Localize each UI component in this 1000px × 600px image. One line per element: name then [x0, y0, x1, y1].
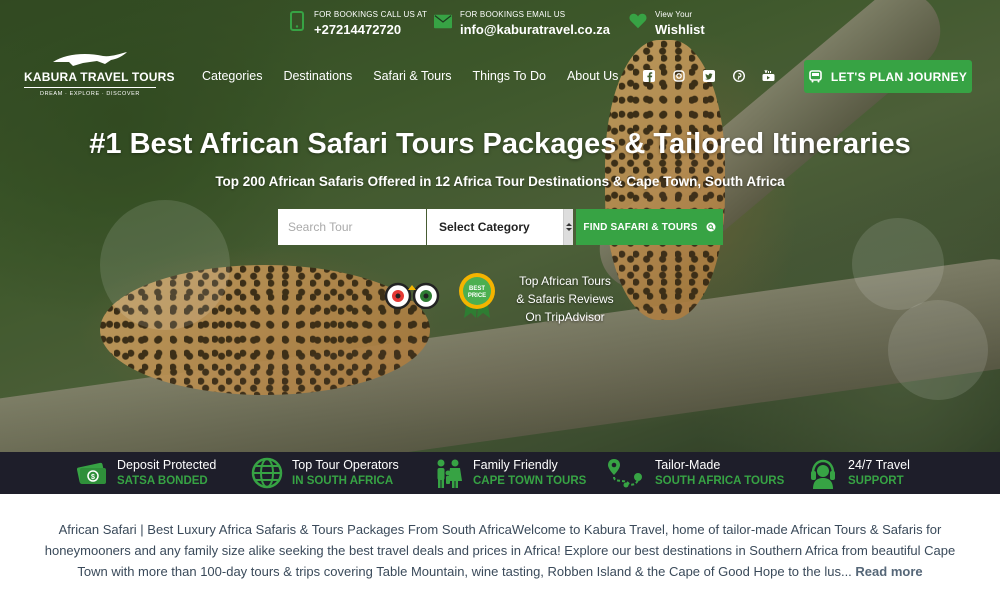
find-safari-button[interactable]: FIND SAFARI & TOURS — [576, 209, 723, 245]
feature-support-subtitle: SUPPORT — [848, 475, 904, 487]
svg-text:BEST: BEST — [469, 286, 485, 292]
category-select[interactable]: Select Category — [427, 209, 573, 245]
instagram-icon[interactable] — [672, 69, 685, 82]
wishlist-label: View Your — [655, 10, 693, 19]
contact-email[interactable]: FOR BOOKINGS EMAIL US info@kaburatravel.… — [434, 8, 610, 38]
social-links — [642, 69, 775, 82]
nav-item-destinations[interactable]: Destinations — [283, 68, 352, 84]
plan-journey-label: LET'S PLAN JOURNEY — [830, 69, 968, 84]
best-price-badge-icon: BEST PRICE — [456, 271, 498, 319]
feature-family-subtitle: CAPE TOWN TOURS — [473, 475, 587, 487]
phone-icon — [288, 10, 306, 32]
search-tour-input[interactable] — [278, 209, 426, 245]
feature-deposit-title: Deposit Protected — [117, 458, 217, 472]
hero-subheadline: Top 200 African Safaris Offered in 12 Af… — [215, 174, 785, 189]
nav-item-categories[interactable]: Categories — [202, 68, 262, 84]
feature-operators: Top Tour Operators IN SOUTH AFRICA — [251, 452, 399, 494]
feature-support-title: 24/7 Travel — [848, 458, 910, 472]
main-nav: Categories Destinations Safari & Tours T… — [202, 68, 639, 84]
svg-text:PRICE: PRICE — [468, 293, 486, 299]
intro-text: African Safari | Best Luxury Africa Safa… — [44, 522, 956, 579]
tripadvisor-line-1: Top African Tours — [519, 274, 611, 288]
facebook-icon[interactable] — [642, 69, 655, 82]
nav-item-about-us[interactable]: About Us — [567, 68, 618, 84]
find-safari-label: FIND SAFARI & TOURS — [583, 221, 698, 233]
pinterest-icon[interactable] — [732, 69, 745, 82]
svg-text:$: $ — [91, 474, 95, 481]
logo-text: KABURA TRAVEL TOURS — [24, 70, 175, 88]
route-icon — [606, 457, 646, 489]
site-logo[interactable]: KABURA TRAVEL TOURS DREAM · EXPLORE · DI… — [24, 50, 175, 106]
nav-item-safari-tours[interactable]: Safari & Tours — [373, 68, 451, 84]
wishlist-value: Wishlist — [655, 22, 705, 37]
plan-journey-button[interactable]: LET'S PLAN JOURNEY — [804, 60, 972, 93]
contact-email-value[interactable]: info@kaburatravel.co.za — [460, 22, 610, 38]
deco-circle — [100, 200, 230, 330]
twitter-icon[interactable] — [702, 69, 715, 82]
leopard-logo-icon — [45, 50, 135, 68]
heart-icon — [629, 10, 647, 32]
feature-tailor-made: Tailor-Made SOUTH AFRICA TOURS — [606, 452, 784, 494]
globe-icon — [251, 457, 283, 489]
tripadvisor-line-3: On TripAdvisor — [525, 310, 605, 324]
feature-family: Family Friendly CAPE TOWN TOURS — [432, 452, 586, 494]
feature-support: 24/7 Travel SUPPORT — [807, 452, 910, 494]
bus-icon — [809, 70, 822, 83]
feature-tailor-made-subtitle: SOUTH AFRICA TOURS — [655, 475, 785, 487]
contact-email-label: FOR BOOKINGS EMAIL US — [460, 10, 566, 19]
feature-operators-subtitle: IN SOUTH AFRICA — [292, 475, 394, 487]
contact-phone-label: FOR BOOKINGS CALL US AT — [314, 10, 428, 19]
headset-icon — [807, 457, 839, 489]
category-select-value: Select Category — [439, 220, 530, 234]
deco-circle — [852, 218, 944, 310]
chevron-down-icon[interactable] — [563, 209, 573, 245]
features-bar: $ Deposit Protected SATSA BONDED Top Tou… — [0, 452, 1000, 494]
youtube-icon[interactable] — [762, 69, 775, 82]
nav-item-things-to-do[interactable]: Things To Do — [473, 68, 546, 84]
search-icon — [706, 222, 716, 232]
tripadvisor-reviews-link[interactable]: Top African Tours & Safaris Reviews On T… — [510, 272, 620, 326]
read-more-link[interactable]: Read more — [855, 564, 922, 579]
deco-circle — [888, 300, 988, 400]
intro-paragraph: African Safari | Best Luxury Africa Safa… — [40, 519, 960, 582]
contact-phone-value[interactable]: +27214472720 — [314, 22, 427, 38]
feature-tailor-made-title: Tailor-Made — [655, 458, 721, 472]
feature-deposit-subtitle: SATSA BONDED — [117, 475, 208, 487]
wishlist-link[interactable]: View Your Wishlist — [629, 8, 705, 38]
logo-tagline: DREAM · EXPLORE · DISCOVER — [40, 91, 140, 97]
feature-deposit: $ Deposit Protected SATSA BONDED — [76, 452, 216, 494]
envelope-icon — [434, 10, 452, 32]
tripadvisor-owl-icon[interactable] — [382, 280, 442, 310]
contact-phone[interactable]: FOR BOOKINGS CALL US AT +27214472720 — [288, 8, 427, 38]
feature-operators-title: Top Tour Operators — [292, 458, 399, 472]
hero-headline: #1 Best African Safari Tours Packages & … — [89, 128, 911, 160]
feature-family-title: Family Friendly — [473, 458, 558, 472]
family-icon — [432, 457, 464, 489]
tripadvisor-line-2: & Safaris Reviews — [516, 292, 614, 306]
money-icon: $ — [76, 457, 108, 489]
